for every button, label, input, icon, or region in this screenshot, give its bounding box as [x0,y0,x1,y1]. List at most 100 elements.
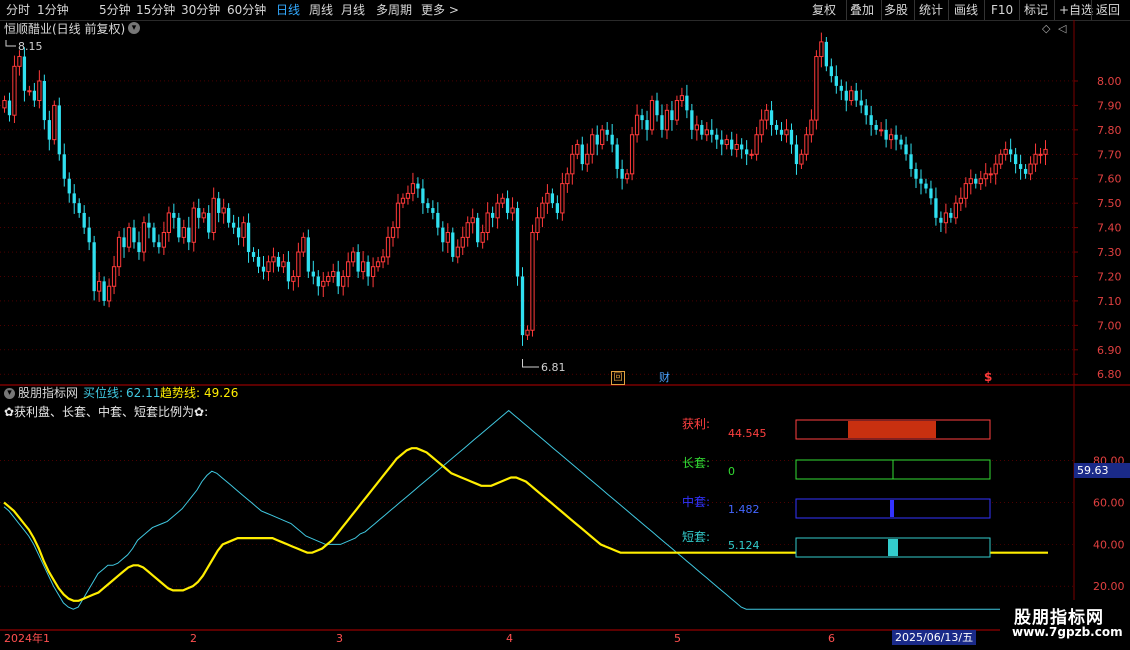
time-axis-label: 2 [190,632,197,645]
indicator-name: 股朋指标网 [18,386,79,400]
candle-body-down [869,115,873,125]
candle-body-up [993,163,998,175]
candle-body-down [82,212,86,228]
candle-body-up [634,114,640,136]
candle-body-down [884,129,888,140]
candle-body-up [271,256,276,263]
candle-body-down [505,198,510,213]
candle-body-up [888,134,894,141]
short-trapped-label: 短套: [682,530,711,544]
candle-body-down [87,227,91,243]
indicator-axis-tick-label: 60.00 [1093,497,1125,510]
price-axis-tick-label: 7.00 [1097,319,1122,332]
candle-body-up [331,271,336,277]
candle-body-up [749,153,754,156]
candle-body-up [600,129,605,146]
candle-body-up [819,41,824,58]
candle-body-down [580,144,584,165]
candle-body-up [221,207,226,214]
candle-body-up [1043,148,1048,155]
candle-body-down [974,178,978,184]
candle-body-down [595,134,599,145]
candle-body-up [500,197,505,204]
candle-body-up [96,280,102,292]
candle-body-down [22,56,27,91]
candle-body-up [575,144,580,155]
candle-body-up [724,139,729,146]
candle-body-down [207,212,211,233]
candle-body-up [27,90,32,93]
candle-body-down [520,276,525,336]
candle-body-down [217,198,221,213]
candle-body-down [261,266,266,272]
candle-body-up [341,275,346,287]
candle-body-up [525,329,530,336]
finance-marker[interactable]: 财 [659,371,670,384]
candle-body-up [296,251,301,277]
candle-body-up [510,207,515,214]
candle-body-up [530,231,535,331]
candle-body-up [321,280,326,287]
candle-body-up [166,212,172,233]
left-arrow-icon[interactable]: ◁ [1058,22,1066,35]
candle-body-up [624,173,630,180]
candle-body-down [72,193,76,204]
stock-chart-canvas[interactable]: 8.15 6.81 8.00 7.90 7.80 7.70 7.60 7.50 7.40 7.… [0,0,1130,650]
candle-body-up [351,251,356,263]
dollar-marker[interactable]: $ [984,371,992,384]
candle-body-down [42,80,46,121]
candle-body-down [824,41,828,67]
candle-body-up [400,197,406,204]
profit-value: 44.545 [728,427,767,440]
candle-body-up [590,134,595,155]
candle-body-down [1023,168,1028,174]
candle-body-up [540,202,545,219]
chip-bar-fill [888,539,898,556]
candle-body-down [157,242,161,248]
candle-body-up [281,261,286,268]
buy-line-value: 62.11 [126,386,161,400]
candle-body-up [953,202,958,219]
watermark-logo: 股朋指标网 www.7gpzb.com [1000,600,1130,650]
event-badge-icon[interactable]: 回 [611,371,625,385]
chevron-down-icon[interactable]: ▾ [128,22,140,34]
candle-body-down [924,183,928,189]
candle-body-up [106,285,112,302]
price-axis-tick-label: 7.20 [1097,270,1122,283]
candle-body-down [426,203,430,209]
candle-body-down [685,95,689,111]
candle-body-up [201,212,206,219]
candle-body-down [476,217,480,243]
candle-body-down [102,281,106,301]
chevron-down-icon[interactable]: ▾ [4,388,15,399]
candle-body-down [515,208,520,277]
candle-body-down [839,85,843,91]
candle-body-up [455,246,460,258]
candle-body-down [720,139,724,145]
candle-body-down [236,227,241,238]
candle-body-up [326,275,331,282]
candle-body-down [311,271,315,277]
diamond-icon[interactable]: ◇ [1042,22,1050,35]
candle-body-down [874,124,878,130]
candle-body-down [152,227,156,243]
candle-body-up [1028,163,1033,175]
candle-body-down [914,168,918,179]
candle-body-up [405,192,411,199]
candle-body-up [17,56,22,67]
candle-body-down [555,203,560,213]
candle-body-down [32,90,37,101]
chip-bar-fill [848,421,936,438]
candle-body-down [286,261,291,282]
candle-body-down [316,276,320,287]
candle-body-down [226,208,231,223]
current-value-badge: 59.63 [1074,463,1130,478]
candle-body-up [1033,153,1038,165]
candle-body-up [370,266,376,277]
price-axis-tick-label: 7.10 [1097,295,1122,308]
candle-body-down [774,124,779,130]
candle-body-down [436,212,440,228]
price-axis-tick-label: 6.90 [1097,344,1122,357]
candle-body-down [929,188,933,199]
candle-body-down [421,188,425,204]
